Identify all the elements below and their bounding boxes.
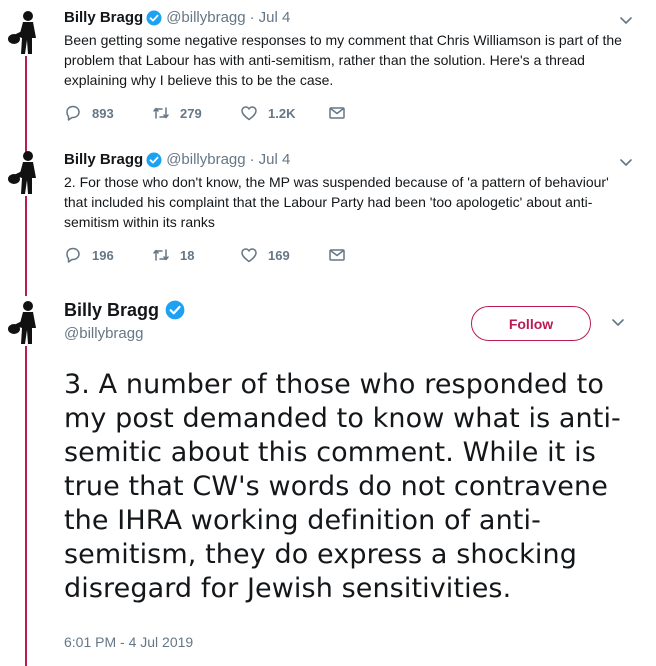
main-tweet-header: Billy Bragg @billybragg Follow [64,298,636,348]
retweet-icon [153,249,169,261]
author-name[interactable]: Billy Bragg [64,8,143,28]
main-tweet-timestamp[interactable]: 6:01 PM - 4 Jul 2019 [64,634,193,650]
thread-connector-line [25,346,27,666]
tweet-date[interactable]: Jul 4 [259,150,291,170]
verified-badge-icon [146,10,162,26]
avatar[interactable] [6,8,46,56]
reply-icon [66,105,80,121]
tweet-text: Been getting some negative responses to … [64,32,622,88]
direct-message-icon [329,249,345,261]
chevron-down-icon[interactable] [608,312,628,332]
separator-dot: · [249,9,255,26]
verified-badge-icon [165,300,185,320]
like-button[interactable]: 169 [240,246,328,264]
like-count: 169 [268,247,290,263]
avatar[interactable] [6,298,46,346]
author-handle[interactable]: @billybragg [166,8,245,28]
author-handle[interactable]: @billybragg [166,150,245,170]
reply-count: 196 [92,247,114,263]
retweet-count: 18 [180,247,195,263]
author-name[interactable]: Billy Bragg [64,298,159,322]
like-icon [241,248,257,263]
tweet-actions: 893 279 1.2K [64,104,636,122]
main-tweet-text: 3. A number of those who responded to my… [64,369,621,604]
retweet-count: 279 [180,105,202,121]
tweet-header: Billy Bragg @billybragg · Jul 4 [64,150,636,170]
separator-dot: · [249,151,255,168]
tweet[interactable]: Billy Bragg @billybragg · Jul 4 2. For t… [64,150,636,264]
chevron-down-icon[interactable] [616,10,636,30]
reply-count: 893 [92,105,114,121]
chevron-down-icon[interactable] [616,152,636,172]
follow-button[interactable]: Follow [471,306,591,341]
author-name[interactable]: Billy Bragg [64,150,143,170]
tweet-text: 2. For those who don't know, the MP was … [64,174,609,230]
verified-badge-icon [146,152,162,168]
thread-connector-line [25,56,27,152]
like-icon [241,106,257,121]
reply-icon [66,247,80,263]
guitarist-silhouette-icon [8,151,36,194]
thread-connector-line [25,196,27,296]
direct-message-button[interactable] [328,104,356,122]
reply-button[interactable]: 196 [64,246,152,264]
like-count: 1.2K [268,105,296,121]
tweet-actions: 196 18 169 [64,246,636,264]
direct-message-button[interactable] [328,246,356,264]
like-button[interactable]: 1.2K [240,104,328,122]
reply-button[interactable]: 893 [64,104,152,122]
tweet[interactable]: Billy Bragg @billybragg · Jul 4 Been get… [64,8,636,122]
tweet-header: Billy Bragg @billybragg · Jul 4 [64,8,636,28]
guitarist-silhouette-icon [8,11,36,54]
retweet-button[interactable]: 279 [152,104,240,122]
avatar[interactable] [6,148,46,196]
tweet-date[interactable]: Jul 4 [259,8,291,28]
direct-message-icon [329,107,345,119]
retweet-icon [153,107,169,119]
retweet-button[interactable]: 18 [152,246,240,264]
guitarist-silhouette-icon [8,301,36,344]
